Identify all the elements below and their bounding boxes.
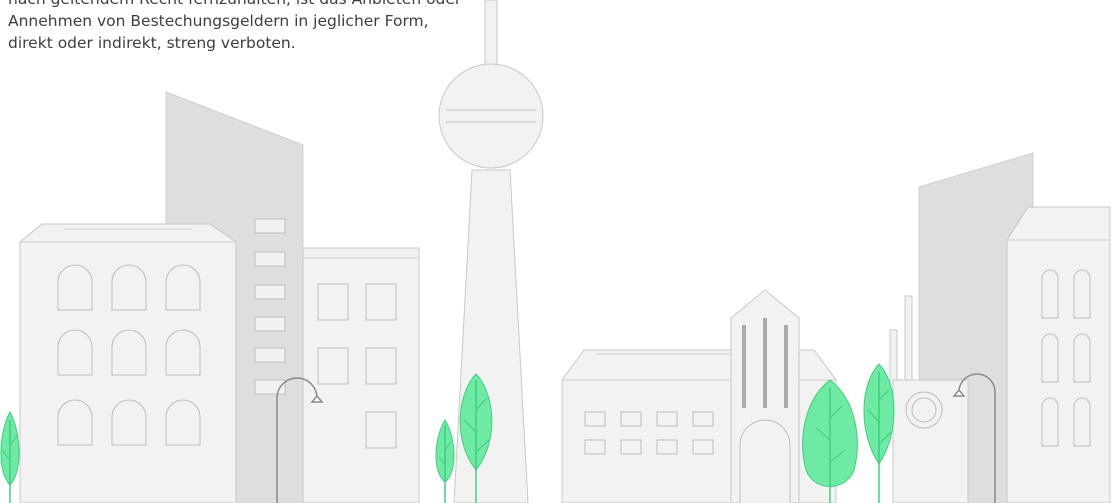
tree-far-left: [0, 410, 20, 503]
church: [730, 289, 800, 503]
city-skyline-illustration: [0, 0, 1111, 503]
page: nach geltendem Recht fernzuhalten, ist d…: [0, 0, 1120, 503]
intro-line-2: Annehmen von Bestechungsgeldern in jegli…: [8, 12, 429, 30]
intro-line-1: nach geltendem Recht fernzuhalten, ist d…: [8, 0, 528, 10]
square-window-building: [302, 247, 420, 503]
arched-building: [19, 223, 237, 503]
intro-line-3: direkt oder indirekt, streng verboten.: [8, 34, 296, 52]
tree-small-center-left: [435, 419, 455, 503]
tree-factory-left: [863, 363, 895, 503]
intro-paragraph: nach geltendem Recht fernzuhalten, ist d…: [8, 0, 528, 54]
tall-building-right: [1006, 206, 1111, 503]
